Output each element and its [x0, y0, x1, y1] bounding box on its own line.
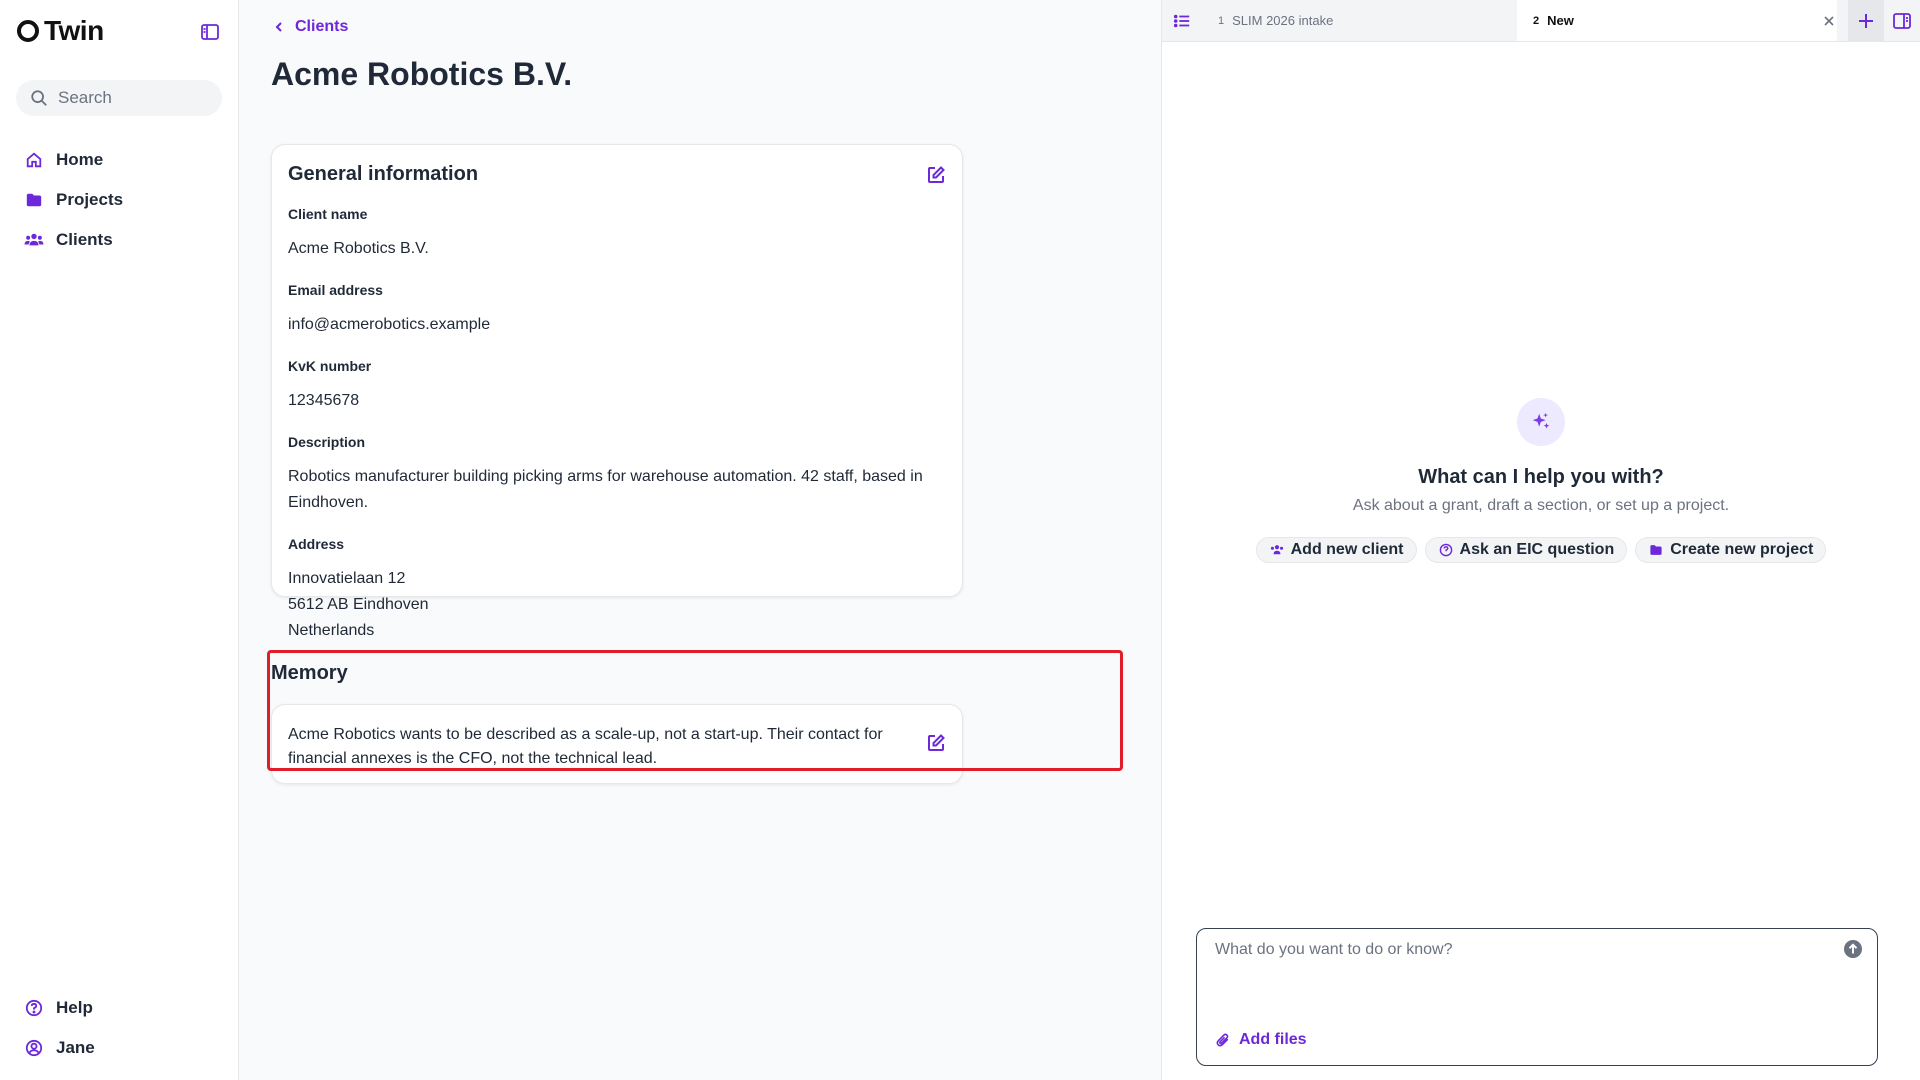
field-value: 12345678 — [288, 392, 360, 409]
chip-create-new-project[interactable]: Create new project — [1635, 537, 1827, 563]
assistant-panel: 1 SLIM 2026 intake 2 New What can I help… — [1161, 0, 1920, 1080]
composer: Add files — [1196, 928, 1878, 1066]
logo[interactable]: Twin — [16, 15, 104, 47]
sidebar-item-projects[interactable]: Projects — [16, 190, 222, 210]
field-value: info@acmerobotics.example — [288, 316, 491, 333]
field-client-name: Client name Acme Robotics B.V. — [288, 206, 946, 262]
field-description: Description Robotics manufacturer buildi… — [288, 434, 946, 516]
help-subtitle: Ask about a grant, draft a section, or s… — [1352, 497, 1730, 514]
send-icon — [1844, 940, 1862, 958]
chevron-left-icon — [275, 22, 282, 32]
sidebar-item-label: Jane — [56, 1038, 95, 1057]
composer-input[interactable] — [1215, 941, 1859, 959]
chip-add-new-client[interactable]: Add new client — [1255, 537, 1417, 563]
brand-name: Twin — [44, 15, 104, 46]
close-tab-button[interactable] — [1819, 11, 1839, 31]
toggle-panel-button[interactable] — [1884, 0, 1920, 41]
edit-icon — [928, 166, 945, 183]
help-icon — [1438, 542, 1454, 558]
home-icon — [24, 150, 44, 170]
tab-number: 2 — [1533, 14, 1540, 27]
address-line: 5612 AB Eindhoven — [288, 596, 429, 613]
sidebar-item-label: Clients — [56, 230, 113, 249]
general-information-title: General information — [288, 163, 479, 185]
memory-highlight — [267, 650, 1123, 771]
page-title: Acme Robotics B.V. — [271, 56, 573, 92]
sidebar-item-user[interactable]: Jane — [24, 1038, 95, 1058]
general-information-card: General information Client name Acme Rob… — [271, 144, 963, 639]
folder-icon — [1648, 542, 1664, 558]
sidebar-item-label: Home — [56, 150, 104, 169]
sidebar-item-label: Projects — [56, 190, 124, 209]
address-line: Netherlands — [288, 622, 375, 639]
main-content: Clients Acme Robotics B.V. General infor… — [239, 0, 1161, 1080]
search-icon — [31, 90, 47, 106]
panel-icon — [1893, 12, 1911, 29]
field-address: Address Innovatielaan 12 5612 AB Eindhov… — [288, 536, 946, 644]
folder-icon — [24, 190, 44, 210]
users-icon — [1269, 542, 1285, 558]
brand[interactable]: Twin — [16, 0, 222, 62]
field-label: Address — [288, 536, 345, 552]
breadcrumb[interactable]: Clients — [273, 18, 348, 36]
chip-ask-eic-question[interactable]: Ask an EIC question — [1424, 537, 1628, 563]
field-label: Email address — [288, 282, 383, 298]
field-email: Email address info@acmerobotics.example — [288, 282, 946, 338]
add-files-button[interactable]: Add files — [1215, 1031, 1307, 1049]
tab-list-button[interactable] — [1162, 0, 1202, 41]
sidebar: Twin Search Home Projects Clients Help J… — [0, 0, 239, 1080]
sidebar-bottom: Help Jane — [24, 998, 95, 1058]
sidebar-item-help[interactable]: Help — [24, 998, 95, 1018]
users-icon — [24, 230, 44, 250]
search-placeholder: Search — [58, 88, 112, 107]
suggestion-chips: Add new client Ask an EIC question Creat… — [1255, 537, 1827, 563]
sidebar-nav: Home Projects Clients — [16, 150, 222, 250]
field-kvk: KvK number 12345678 — [288, 358, 946, 414]
twin-logo-icon — [17, 20, 39, 42]
tab-number: 1 — [1218, 14, 1225, 27]
help-icon — [24, 998, 44, 1018]
help-title: What can I help you with? — [1418, 466, 1664, 488]
sidebar-collapse-button[interactable] — [198, 20, 222, 44]
chip-label: Ask an EIC question — [1459, 541, 1615, 558]
tab-bar: 1 SLIM 2026 intake 2 New — [1162, 0, 1920, 42]
address-line: Innovatielaan 12 — [288, 570, 406, 587]
sidebar-item-label: Help — [56, 998, 93, 1017]
paperclip-icon — [1216, 1033, 1229, 1047]
new-tab-button[interactable] — [1848, 0, 1884, 41]
tab-slim-2026-intake[interactable]: 1 SLIM 2026 intake — [1202, 0, 1517, 41]
search-bar[interactable]: Search — [16, 80, 222, 116]
plus-icon — [1859, 13, 1873, 28]
tab-new[interactable]: 2 New — [1517, 0, 1837, 41]
tab-label: New — [1547, 13, 1574, 28]
breadcrumb-clients-link[interactable]: Clients — [295, 18, 348, 36]
list-icon — [1173, 14, 1190, 27]
edit-general-button[interactable] — [924, 163, 948, 187]
field-value: Robotics manufacturer building picking a… — [288, 468, 923, 511]
tab-label: SLIM 2026 intake — [1232, 13, 1334, 28]
field-label: Client name — [288, 206, 368, 222]
field-label: Description — [288, 434, 366, 450]
chip-label: Add new client — [1290, 541, 1404, 558]
sidebar-toggle-icon — [201, 24, 219, 40]
chip-label: Create new project — [1670, 541, 1814, 558]
user-icon — [24, 1038, 44, 1058]
sidebar-item-home[interactable]: Home — [16, 150, 222, 170]
add-files-label: Add files — [1239, 1031, 1307, 1048]
field-value: Acme Robotics B.V. — [288, 240, 429, 257]
sparkle-icon — [1517, 398, 1565, 446]
assistant-empty-state: What can I help you with? Ask about a gr… — [1162, 398, 1920, 563]
sidebar-item-clients[interactable]: Clients — [16, 230, 222, 250]
send-button[interactable] — [1843, 939, 1863, 959]
field-label: KvK number — [288, 358, 372, 374]
close-icon — [1824, 16, 1834, 26]
tab-actions — [1848, 0, 1920, 41]
